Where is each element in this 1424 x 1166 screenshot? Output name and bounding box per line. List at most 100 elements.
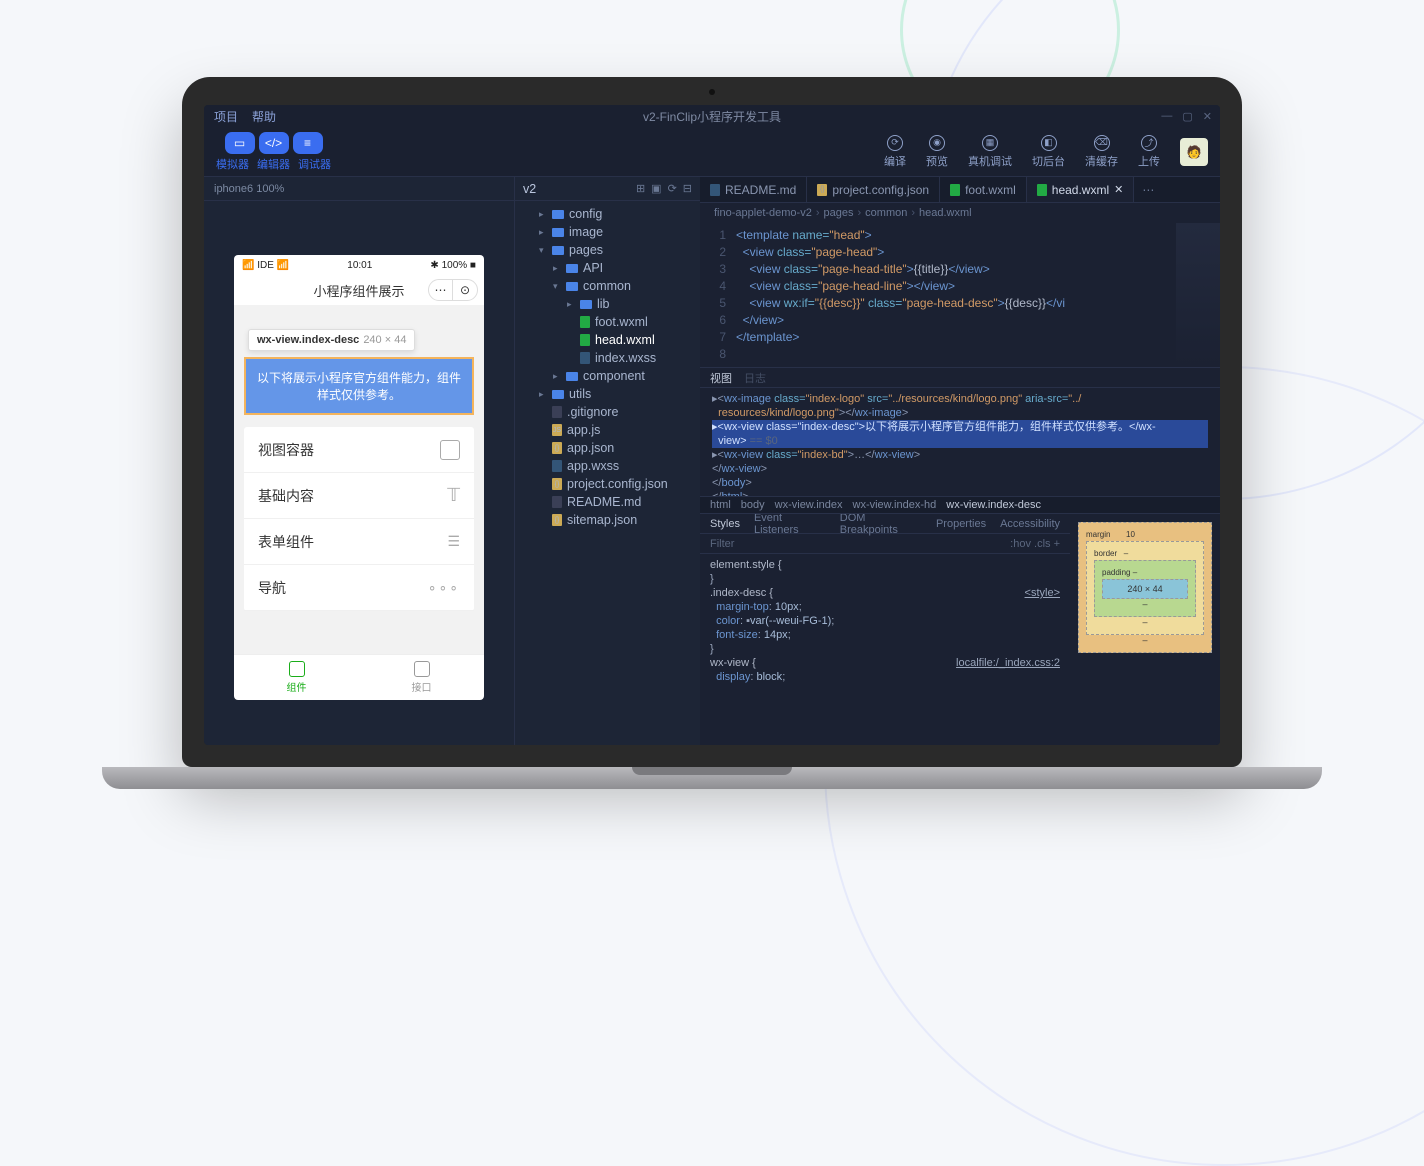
capsule-menu-icon[interactable]: ⋯ xyxy=(429,280,453,300)
folder-config[interactable]: ▸config xyxy=(515,205,700,223)
new-folder-icon[interactable]: ▣ xyxy=(651,182,661,195)
folder-common[interactable]: ▾common xyxy=(515,277,700,295)
md-icon xyxy=(710,184,720,196)
minimap[interactable] xyxy=(1176,223,1220,367)
wxml-icon xyxy=(1037,184,1047,196)
accessibility-tab[interactable]: Accessibility xyxy=(1000,518,1060,530)
preview-button[interactable]: ◉预览 xyxy=(926,135,948,169)
capsule-close-icon[interactable]: ⊙ xyxy=(453,280,477,300)
tab-head-wxml[interactable]: head.wxml✕ xyxy=(1027,177,1135,202)
tab-project-config[interactable]: {}project.config.json xyxy=(807,177,940,202)
tab-api[interactable]: 接口 xyxy=(359,655,484,700)
file-readme[interactable]: README.md xyxy=(515,493,700,511)
simulator-toggle[interactable]: ▭ xyxy=(225,132,255,154)
styles-tab[interactable]: Styles xyxy=(710,518,740,530)
js-icon: JS xyxy=(552,424,562,436)
page-title: 小程序组件展示 xyxy=(313,281,404,300)
wxml-icon xyxy=(580,316,590,328)
phone-body: wx-view.index-desc240 × 44 以下将展示小程序官方组件能… xyxy=(234,305,484,654)
component-list: 视图容器 基础内容𝕋 表单组件☰ 导航∘∘∘ xyxy=(244,427,474,611)
capsule-button[interactable]: ⋯⊙ xyxy=(428,279,478,301)
phone-preview: 📶 IDE 📶 10:01 ✱ 100% ■ 小程序组件展示 ⋯⊙ wx-vie… xyxy=(234,255,484,700)
folder-icon xyxy=(552,390,564,399)
breadcrumb[interactable]: fino-applet-demo-v2› pages› common› head… xyxy=(700,203,1220,223)
code-editor[interactable]: 12345678 <template name="head"> <view cl… xyxy=(700,223,1220,368)
debugger-toggle[interactable]: ≡ xyxy=(293,132,323,154)
workspace: iphone6 100% 📶 IDE 📶 10:01 ✱ 100% ■ 小程序组… xyxy=(204,177,1220,745)
highlighted-element[interactable]: 以下将展示小程序官方组件能力，组件样式仅供参考。 xyxy=(244,357,474,415)
folder-icon xyxy=(566,264,578,273)
filter-input[interactable]: Filter xyxy=(710,538,734,550)
simulator-device-label[interactable]: iphone6 100% xyxy=(204,177,514,201)
editor-label: 编辑器 xyxy=(257,156,290,172)
tab-components[interactable]: 组件 xyxy=(234,655,359,700)
folder-image[interactable]: ▸image xyxy=(515,223,700,241)
new-file-icon[interactable]: ⊞ xyxy=(636,182,645,195)
file-index-wxss[interactable]: index.wxss xyxy=(515,349,700,367)
clear-cache-button[interactable]: ⌫清缓存 xyxy=(1085,135,1118,169)
folder-icon xyxy=(566,372,578,381)
wxss-icon xyxy=(580,352,590,364)
status-time: 10:01 xyxy=(347,260,372,271)
close-icon[interactable]: ✕ xyxy=(1203,110,1212,123)
user-avatar[interactable]: 🧑 xyxy=(1180,138,1208,166)
css-rules[interactable]: element.style { } .index-desc {<style> m… xyxy=(700,554,1070,688)
styles-tabs: Styles Event Listeners DOM Breakpoints P… xyxy=(700,514,1070,534)
camera-icon xyxy=(709,89,715,95)
tabs-overflow[interactable]: ⋯ xyxy=(1134,177,1162,202)
file-sitemap[interactable]: {}sitemap.json xyxy=(515,511,700,529)
list-item[interactable]: 视图容器 xyxy=(244,427,474,473)
project-root-name[interactable]: v2 xyxy=(523,182,536,196)
element-inspector-tooltip: wx-view.index-desc240 × 44 xyxy=(248,329,415,351)
compile-button[interactable]: ⟳编译 xyxy=(884,135,906,169)
event-listeners-tab[interactable]: Event Listeners xyxy=(754,514,826,536)
file-app-js[interactable]: JSapp.js xyxy=(515,421,700,439)
code-content[interactable]: <template name="head"> <view class="page… xyxy=(736,227,1065,363)
file-app-wxss[interactable]: app.wxss xyxy=(515,457,700,475)
menu-help[interactable]: 帮助 xyxy=(252,108,276,125)
folder-pages[interactable]: ▾pages xyxy=(515,241,700,259)
phone-status-bar: 📶 IDE 📶 10:01 ✱ 100% ■ xyxy=(234,255,484,275)
filter-actions[interactable]: :hov .cls + xyxy=(1010,538,1060,550)
refresh-icon[interactable]: ⟳ xyxy=(668,182,677,195)
tab-foot-wxml[interactable]: foot.wxml xyxy=(940,177,1027,202)
dom-tree[interactable]: ▸<wx-image class="index-logo" src="../re… xyxy=(700,388,1220,496)
folder-icon xyxy=(552,246,564,255)
devtools-tab-view[interactable]: 视图 xyxy=(710,370,732,386)
editor-toggle[interactable]: </> xyxy=(259,132,289,154)
json-icon: {} xyxy=(817,184,827,196)
properties-tab[interactable]: Properties xyxy=(936,518,986,530)
list-item[interactable]: 导航∘∘∘ xyxy=(244,565,474,611)
wxml-icon xyxy=(950,184,960,196)
box-model[interactable]: margin 10 border – padding – 240 × 44 – … xyxy=(1070,514,1220,745)
json-icon: {} xyxy=(552,442,562,454)
laptop-base xyxy=(102,767,1322,789)
devtools: 视图 日志 ▸<wx-image class="index-logo" src=… xyxy=(700,368,1220,745)
file-gitignore[interactable]: .gitignore xyxy=(515,403,700,421)
menu-project[interactable]: 项目 xyxy=(214,108,238,125)
background-button[interactable]: ◧切后台 xyxy=(1032,135,1065,169)
file-project-config[interactable]: {}project.config.json xyxy=(515,475,700,493)
upload-button[interactable]: ⤴上传 xyxy=(1138,135,1160,169)
file-tree[interactable]: ▸config ▸image ▾pages ▸API ▾common ▸lib … xyxy=(515,201,700,533)
folder-utils[interactable]: ▸utils xyxy=(515,385,700,403)
folder-api[interactable]: ▸API xyxy=(515,259,700,277)
dom-breadcrumb[interactable]: html body wx-view.index wx-view.index-hd… xyxy=(700,496,1220,514)
file-foot-wxml[interactable]: foot.wxml xyxy=(515,313,700,331)
maximize-icon[interactable]: ▢ xyxy=(1182,110,1192,123)
list-item[interactable]: 表单组件☰ xyxy=(244,519,474,565)
folder-lib[interactable]: ▸lib xyxy=(515,295,700,313)
list-item[interactable]: 基础内容𝕋 xyxy=(244,473,474,519)
collapse-icon[interactable]: ⊟ xyxy=(683,182,692,195)
close-icon[interactable]: ✕ xyxy=(1114,183,1123,196)
view-toggle-group: ▭ </> ≡ 模拟器 编辑器 调试器 xyxy=(216,132,331,172)
minimize-icon[interactable]: — xyxy=(1161,110,1172,123)
file-app-json[interactable]: {}app.json xyxy=(515,439,700,457)
tab-readme[interactable]: README.md xyxy=(700,177,807,202)
folder-icon xyxy=(566,282,578,291)
dom-breakpoints-tab[interactable]: DOM Breakpoints xyxy=(840,514,922,536)
devtools-tab-other[interactable]: 日志 xyxy=(744,370,766,386)
remote-debug-button[interactable]: ▦真机调试 xyxy=(968,135,1012,169)
file-head-wxml[interactable]: head.wxml xyxy=(515,331,700,349)
folder-component[interactable]: ▸component xyxy=(515,367,700,385)
